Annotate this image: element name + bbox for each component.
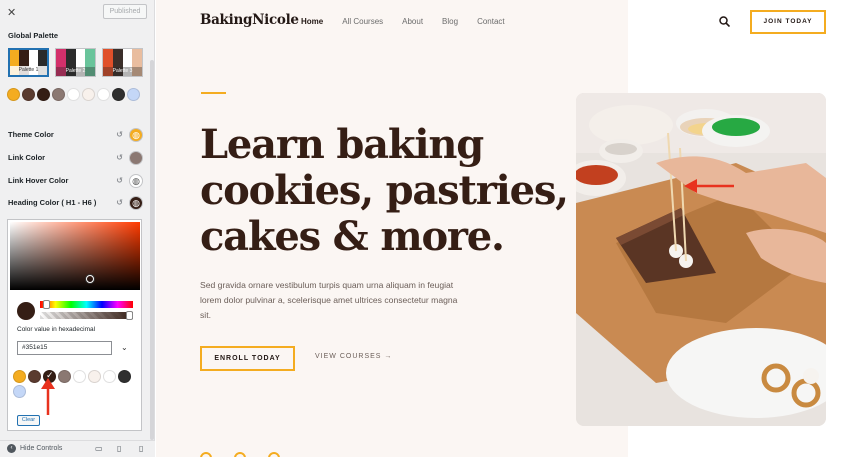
clear-button[interactable]: Clear [17, 415, 40, 426]
panel-scrollbar[interactable] [150, 60, 154, 440]
saturation-area[interactable] [10, 222, 140, 290]
panel-header: ✕ Published [0, 0, 154, 22]
picker-swatch[interactable] [13, 370, 26, 383]
palette-label: Palette 1 [10, 66, 47, 75]
setting-label: Link Hover Color [8, 176, 69, 185]
site-preview: BakingNicole Home All Courses About Blog… [156, 0, 864, 457]
alpha-slider-handle[interactable] [126, 311, 133, 320]
theme-color-setting: Theme Color ↺ ◍ [8, 128, 143, 142]
palette-selector: Palette 1 Palette 2 Palette 3 [8, 48, 143, 77]
site-logo[interactable]: BakingNicole [200, 12, 299, 28]
globe-icon: ◍ [132, 198, 140, 208]
hide-controls-label: Hide Controls [20, 445, 63, 452]
hero-line: cakes & more. [200, 213, 505, 260]
join-today-button[interactable]: JOIN TODAY [750, 10, 826, 34]
hero-line: cookies, pastries, [200, 167, 569, 214]
desktop-icon[interactable]: ▭ [95, 444, 103, 453]
palette-swatch[interactable] [67, 88, 80, 101]
global-swatch-row [7, 88, 140, 101]
hex-label: Color value in hexadecimal [17, 326, 96, 333]
customizer-panel: ✕ Published Global Palette Palette 1 Pal… [0, 0, 155, 457]
picker-swatch[interactable] [103, 370, 116, 383]
hero-photo [576, 93, 826, 426]
annotation-arrow-up [41, 378, 55, 415]
setting-label: Link Color [8, 153, 46, 162]
accent-divider [201, 92, 226, 94]
arrow-left-icon: ‹ [7, 444, 16, 453]
palette-label: Palette 3 [103, 67, 142, 76]
picker-swatch[interactable] [13, 385, 26, 398]
published-button[interactable]: Published [103, 4, 147, 19]
picker-swatch[interactable] [58, 370, 71, 383]
nav-blog[interactable]: Blog [442, 17, 458, 26]
nav-all-courses[interactable]: All Courses [342, 17, 383, 26]
palette-swatch[interactable] [22, 88, 35, 101]
main-nav: Home All Courses About Blog Contact [301, 17, 505, 26]
palette-2-option[interactable]: Palette 2 [55, 48, 96, 77]
setting-label: Heading Color ( H1 - H6 ) [8, 198, 97, 207]
enroll-today-button[interactable]: ENROLL TODAY [200, 346, 295, 371]
palette-swatch[interactable] [52, 88, 65, 101]
palette-3-option[interactable]: Palette 3 [102, 48, 143, 77]
reset-icon[interactable]: ↺ [116, 174, 123, 188]
search-icon[interactable] [719, 16, 730, 27]
hero-paragraph: Sed gravida ornare vestibulum turpis qua… [200, 280, 458, 320]
hue-slider[interactable] [40, 300, 133, 309]
picker-swatch-row [13, 370, 138, 398]
chevron-down-icon[interactable]: ⌄ [121, 343, 128, 352]
hex-input[interactable]: #351e15 [17, 341, 112, 355]
link-hover-color-setting: Link Hover Color ↺ ◍ [8, 174, 143, 188]
link-color-swatch[interactable] [129, 151, 143, 165]
bottom-decoration [200, 452, 280, 457]
reset-icon[interactable]: ↺ [116, 128, 123, 142]
palette-swatch[interactable] [82, 88, 95, 101]
panel-footer: ‹ Hide Controls ▭ ▯ ▯ [0, 440, 155, 457]
palette-swatch[interactable] [97, 88, 110, 101]
tablet-icon[interactable]: ▯ [117, 444, 121, 453]
view-courses-link[interactable]: VIEW COURSES → [315, 353, 392, 360]
palette-swatch[interactable] [37, 88, 50, 101]
globe-icon: ◍ [132, 176, 140, 186]
hero-heading: Learn baking cookies, pastries, cakes & … [200, 121, 569, 260]
saturation-cursor[interactable] [86, 275, 94, 283]
reset-icon[interactable]: ↺ [116, 196, 123, 210]
palette-label: Palette 2 [56, 67, 95, 76]
heading-color-setting: Heading Color ( H1 - H6 ) ↺ ◍ [8, 196, 143, 210]
nav-home[interactable]: Home [301, 17, 323, 26]
mobile-icon[interactable]: ▯ [139, 444, 143, 453]
picker-swatch[interactable] [88, 370, 101, 383]
setting-label: Theme Color [8, 130, 54, 139]
color-preview [17, 302, 35, 320]
hue-slider-handle[interactable] [43, 300, 50, 309]
theme-color-swatch[interactable]: ◍ [129, 128, 143, 142]
reset-icon[interactable]: ↺ [116, 151, 123, 165]
palette-swatch[interactable] [112, 88, 125, 101]
link-hover-color-swatch[interactable]: ◍ [129, 174, 143, 188]
palette-1-option[interactable]: Palette 1 [8, 48, 49, 77]
alpha-slider[interactable] [40, 311, 133, 320]
annotation-arrow-left [684, 179, 734, 193]
link-color-setting: Link Color ↺ [8, 151, 143, 165]
picker-swatch[interactable] [118, 370, 131, 383]
nav-contact[interactable]: Contact [477, 17, 505, 26]
globe-icon: ◍ [132, 130, 140, 140]
heading-color-swatch[interactable]: ◍ [129, 196, 143, 210]
close-icon[interactable]: ✕ [7, 6, 16, 19]
color-picker-popover: Color value in hexadecimal #351e15 ⌄ Cle… [7, 219, 142, 431]
palette-swatch[interactable] [127, 88, 140, 101]
nav-about[interactable]: About [402, 17, 423, 26]
palette-swatch[interactable] [7, 88, 20, 101]
picker-swatch[interactable] [73, 370, 86, 383]
global-palette-title: Global Palette [8, 31, 59, 40]
hide-controls-button[interactable]: ‹ Hide Controls [7, 444, 62, 453]
hero-line: Learn baking [200, 121, 484, 168]
